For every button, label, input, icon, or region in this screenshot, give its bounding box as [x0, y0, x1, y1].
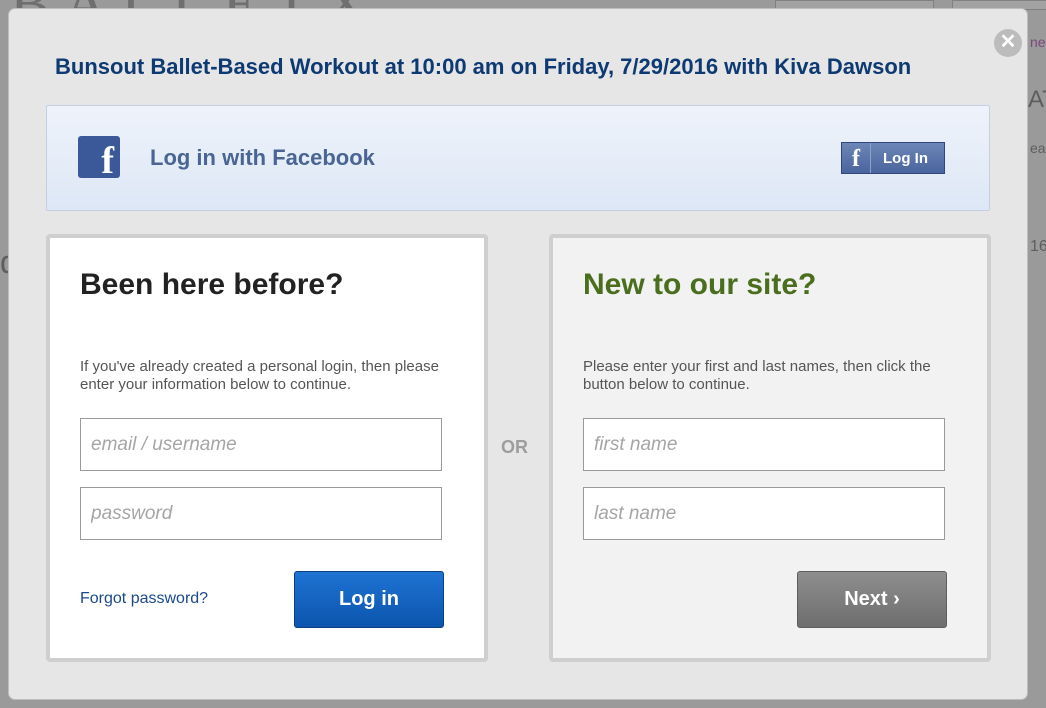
- facebook-f-icon: f: [842, 143, 871, 173]
- background-text: ea: [1030, 140, 1046, 156]
- first-name-field: [583, 418, 945, 471]
- close-icon[interactable]: ✕: [994, 29, 1022, 57]
- facebook-login-button-label: Log In: [883, 149, 928, 167]
- facebook-login-label: Log in with Facebook: [150, 145, 375, 170]
- first-name-input[interactable]: [584, 419, 944, 470]
- login-modal: ✕ Bunsout Ballet-Based Workout at 10:00 …: [9, 9, 1027, 699]
- new-user-panel: New to our site? Please enter your first…: [549, 234, 991, 662]
- modal-title: Bunsout Ballet-Based Workout at 10:00 am…: [55, 54, 912, 79]
- last-name-field: [583, 487, 945, 540]
- returning-user-panel: Been here before? If you've already crea…: [46, 234, 488, 662]
- new-user-heading: New to our site?: [583, 268, 817, 301]
- password-input[interactable]: [81, 488, 441, 539]
- facebook-icon: f: [78, 136, 120, 178]
- or-separator: OR: [501, 437, 528, 457]
- facebook-login-button[interactable]: f Log In: [841, 142, 945, 174]
- next-button[interactable]: Next ›: [797, 571, 947, 628]
- background-text: AT: [1028, 86, 1046, 113]
- password-field: [80, 487, 442, 540]
- background-text: ner: [1030, 34, 1046, 50]
- forgot-password-link[interactable]: Forgot password?: [80, 590, 208, 608]
- last-name-input[interactable]: [584, 488, 944, 539]
- background-text: 16: [1030, 238, 1046, 255]
- email-field: [80, 418, 442, 471]
- login-button[interactable]: Log in: [294, 571, 444, 628]
- returning-user-heading: Been here before?: [80, 268, 344, 301]
- email-input[interactable]: [81, 419, 441, 470]
- new-user-description: Please enter your first and last names, …: [583, 358, 931, 393]
- returning-user-description: If you've already created a personal log…: [80, 358, 439, 393]
- facebook-login-bar: f Log in with Facebook f Log In: [46, 105, 990, 211]
